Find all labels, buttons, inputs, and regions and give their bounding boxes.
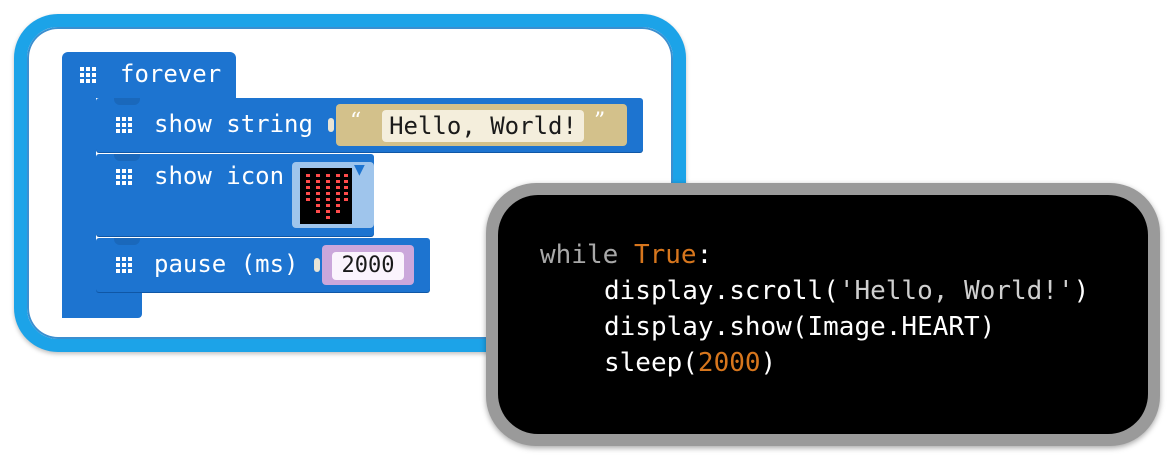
- colon: :: [696, 240, 713, 270]
- scroll-call: display.scroll(: [604, 276, 839, 306]
- number-literal: 2000: [697, 348, 761, 378]
- block-notch: [114, 238, 140, 245]
- string-literal: 'Hello, World!': [838, 276, 1074, 306]
- close-paren: ): [1073, 276, 1090, 306]
- code-line-2: display.scroll('Hello, World!'): [604, 276, 1089, 306]
- code-line-4: sleep(2000): [604, 348, 776, 378]
- forever-block[interactable]: forever: [62, 52, 236, 98]
- input-socket: [314, 258, 320, 272]
- block-notch: [114, 98, 140, 105]
- basic-category-icon: [116, 117, 132, 133]
- forever-block-foot: [62, 290, 142, 318]
- close-quote-icon: ”: [594, 109, 606, 134]
- sleep-call: sleep(: [604, 348, 698, 378]
- show-icon-label: show icon: [154, 162, 285, 190]
- pause-value-field[interactable]: 2000: [332, 252, 404, 280]
- block-notch: [114, 154, 140, 161]
- code-line-3: display.show(Image.HEART): [604, 312, 996, 342]
- while-keyword: while: [540, 240, 619, 270]
- chevron-down-icon[interactable]: ▼: [354, 162, 365, 178]
- pause-label: pause (ms): [154, 250, 299, 278]
- string-value-field[interactable]: Hello, World!: [382, 110, 584, 142]
- show-string-label: show string: [154, 110, 313, 138]
- true-constant: True: [633, 240, 697, 270]
- input-socket: [328, 118, 334, 132]
- forever-label: forever: [120, 60, 222, 88]
- close-paren: ): [760, 348, 777, 378]
- forever-block-arm: [62, 92, 96, 318]
- basic-category-icon: [116, 169, 132, 185]
- basic-category-icon: [80, 67, 96, 83]
- code-line-1: while True:: [540, 240, 712, 270]
- open-quote-icon: “: [350, 109, 362, 134]
- heart-led-icon: [300, 168, 352, 224]
- basic-category-icon: [116, 257, 132, 273]
